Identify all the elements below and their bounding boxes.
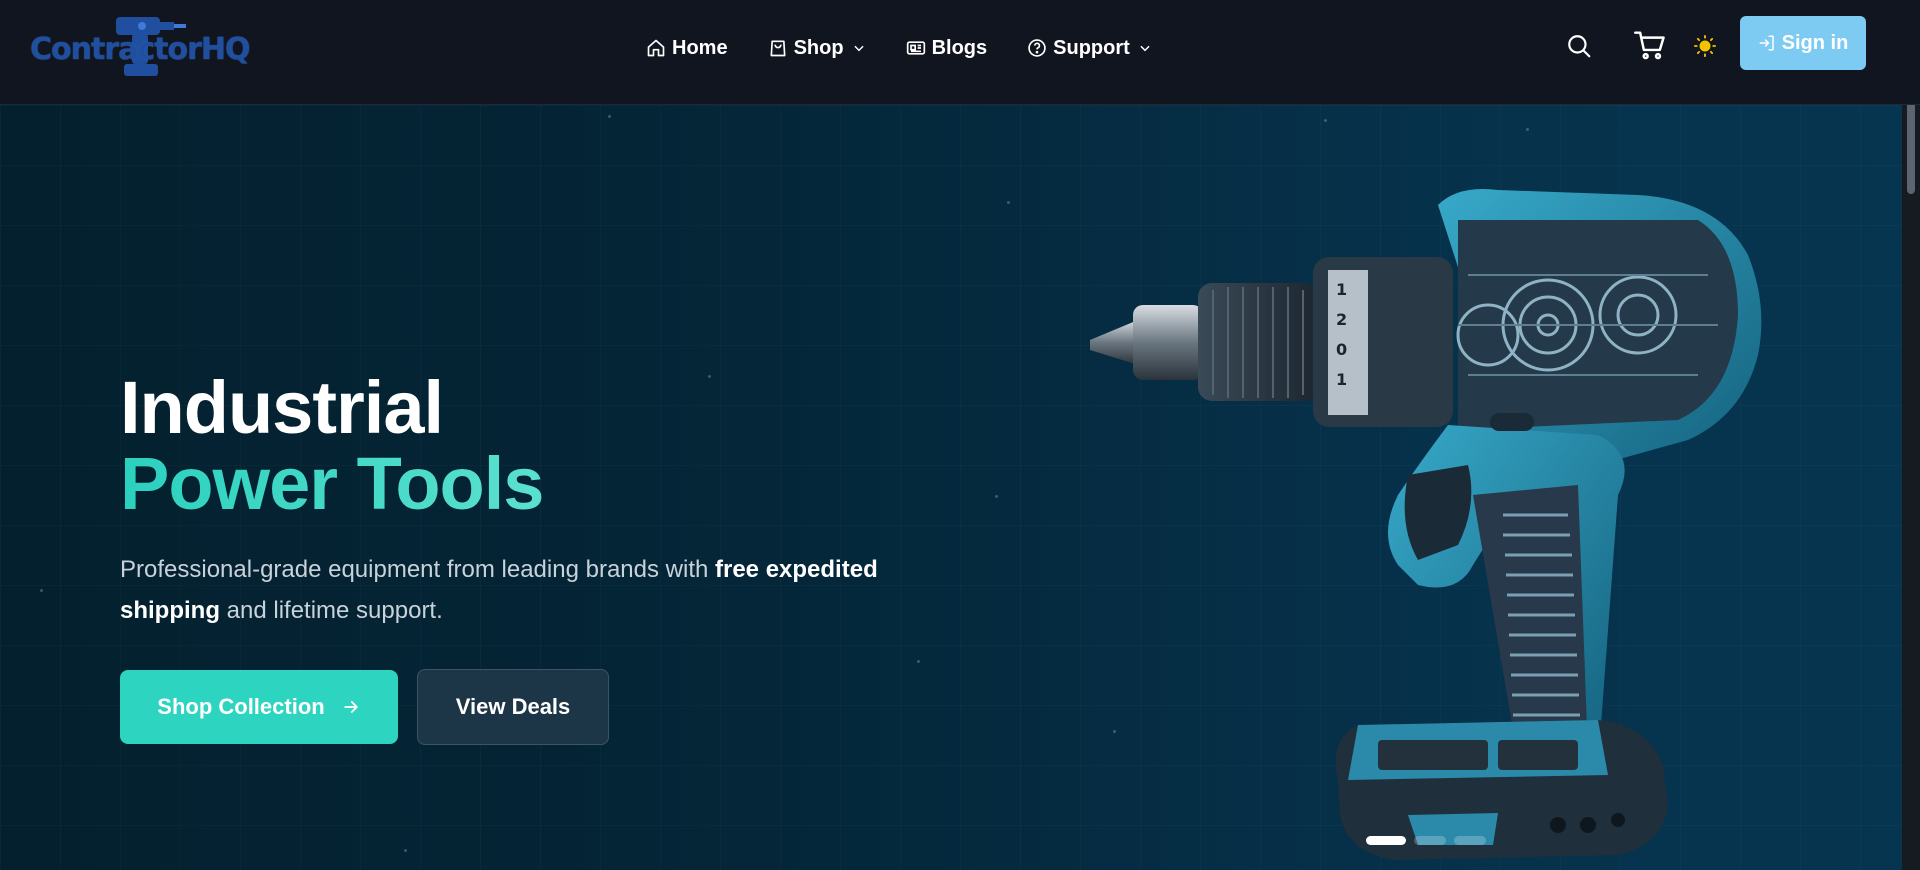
hero-desc-text-end: and lifetime support.: [219, 597, 443, 624]
hero-title-line1: Industrial: [120, 366, 444, 449]
hero-title: Industrial Power Tools: [120, 366, 544, 525]
nav-blogs[interactable]: Blogs: [906, 36, 988, 60]
svg-text:1: 1: [1336, 280, 1347, 299]
star-dot: [917, 660, 920, 663]
page-scrollbar[interactable]: [1902, 0, 1920, 870]
cart-button[interactable]: [1634, 30, 1666, 60]
newspaper-icon: [906, 38, 926, 58]
svg-text:1: 1: [1336, 370, 1347, 389]
carousel-dot-3[interactable]: [1454, 836, 1486, 845]
view-deals-button[interactable]: View Deals: [417, 669, 609, 745]
carousel-dot-1[interactable]: [1366, 836, 1406, 845]
home-icon: [646, 38, 666, 58]
sign-in-label: Sign in: [1781, 31, 1849, 54]
svg-text:2: 2: [1336, 310, 1347, 329]
nav-support-label: Support: [1053, 36, 1130, 59]
svg-text:0: 0: [1336, 340, 1347, 359]
hero-title-line2: Power Tools: [120, 442, 544, 525]
carousel-dot-2[interactable]: [1414, 836, 1446, 845]
log-in-icon: [1758, 34, 1776, 52]
search-icon: [1568, 35, 1591, 58]
shop-collection-label: Shop Collection: [157, 694, 325, 719]
main-nav: Home Shop Blogs Support: [646, 33, 1192, 63]
nav-blogs-label: Blogs: [931, 36, 988, 59]
nav-support[interactable]: Support: [1027, 37, 1152, 60]
navbar: ContractorHQ Home Shop Blogs Support Sig…: [0, 0, 1920, 105]
carousel-indicators: [1366, 836, 1494, 845]
star-dot: [404, 849, 407, 852]
power-drill-image: 1 2 0 1: [1090, 189, 1762, 860]
star-dot: [608, 115, 611, 118]
chevron-down-icon: [852, 41, 866, 55]
view-deals-label: View Deals: [455, 694, 571, 719]
nav-shop-label: Shop: [793, 36, 844, 59]
logo-text: ContractorHQ: [30, 32, 251, 67]
star-dot: [708, 375, 711, 378]
nav-home[interactable]: Home: [646, 37, 728, 60]
shopping-bag-icon: [768, 38, 788, 58]
chevron-down-icon: [1138, 41, 1152, 55]
sun-icon: [1694, 35, 1716, 57]
star-dot: [40, 589, 43, 592]
brand-logo[interactable]: ContractorHQ: [30, 12, 251, 82]
hero-section: Industrial Power Tools Professional-grad…: [0, 105, 1902, 870]
page: ContractorHQ Home Shop Blogs Support Sig…: [0, 0, 1920, 870]
nav-shop[interactable]: Shop: [768, 37, 866, 60]
arrow-right-icon: [341, 697, 361, 717]
hero-desc-text: Professional-grade equipment from leadin…: [120, 556, 715, 583]
star-dot: [1324, 119, 1327, 122]
search-button[interactable]: [1566, 33, 1592, 59]
star-dot: [1526, 128, 1529, 131]
nav-home-label: Home: [672, 36, 728, 59]
star-dot: [1007, 201, 1010, 204]
hero-description: Professional-grade equipment from leadin…: [120, 549, 940, 631]
shop-collection-button[interactable]: Shop Collection: [120, 670, 398, 744]
star-dot: [995, 495, 998, 498]
help-circle-icon: [1027, 38, 1047, 58]
sign-in-button[interactable]: Sign in: [1740, 16, 1866, 70]
cart-icon: [1634, 31, 1665, 60]
theme-toggle[interactable]: [1694, 35, 1716, 57]
